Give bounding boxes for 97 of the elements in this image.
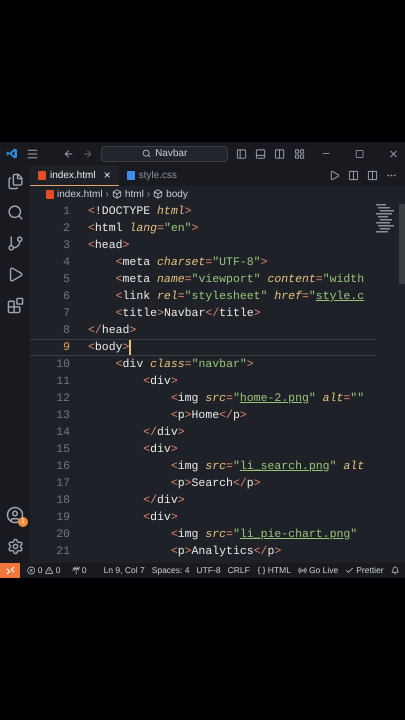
menu-icon[interactable] xyxy=(26,146,39,160)
status-item[interactable]: CRLF xyxy=(228,564,250,577)
line-number: 18 xyxy=(55,493,71,509)
line-number: 9 xyxy=(62,340,71,356)
line-number: 11 xyxy=(55,374,71,390)
line-number: 7 xyxy=(62,306,71,322)
line-number: 15 xyxy=(55,442,71,458)
line-number: 21 xyxy=(55,544,71,560)
line-number: 5 xyxy=(62,272,71,288)
status-item[interactable]: Go Live xyxy=(298,564,338,577)
code-line: </div> xyxy=(142,493,185,509)
source-control-icon[interactable] xyxy=(6,235,24,252)
breadcrumb-item[interactable]: body xyxy=(166,186,188,202)
app-logo-icon xyxy=(6,147,18,160)
remote-button[interactable] xyxy=(0,563,20,578)
broadcast-icon xyxy=(298,566,307,575)
code-line: <link rel="stylesheet" href="style.c xyxy=(114,289,364,305)
command-search-field[interactable]: Navbar xyxy=(101,146,228,162)
line-number: 8 xyxy=(62,323,71,339)
notifications-icon[interactable] xyxy=(390,566,399,575)
line-number: 16 xyxy=(55,459,71,475)
code-line: <p>Analytics</p> xyxy=(170,544,282,560)
minimap-drawing xyxy=(376,204,394,234)
check-icon xyxy=(345,566,354,575)
panel-toggle-icon[interactable] xyxy=(255,148,266,160)
warning-count[interactable]: 0 xyxy=(56,564,60,577)
status-item[interactable]: Ln 9, Col 7 xyxy=(104,564,145,577)
line-number: 2 xyxy=(62,221,71,237)
code-line: <head> xyxy=(87,238,130,254)
code-line: </head> xyxy=(87,323,136,339)
run-icon[interactable] xyxy=(329,170,340,181)
ports-count[interactable]: 0 xyxy=(82,564,87,577)
remote-icon xyxy=(6,566,15,575)
line-number: 1 xyxy=(62,204,71,220)
breadcrumb-item[interactable]: html xyxy=(124,186,144,202)
line-number: 14 xyxy=(55,425,71,441)
error-count[interactable]: 0 xyxy=(38,564,42,577)
text-cursor xyxy=(129,340,132,355)
split-editor-icon[interactable] xyxy=(367,170,378,181)
close-icon[interactable] xyxy=(388,148,400,160)
sidebar-toggle-icon[interactable] xyxy=(236,148,248,160)
accounts-icon[interactable] xyxy=(6,506,24,524)
html-file-icon xyxy=(46,190,54,198)
breadcrumb-separator: › xyxy=(146,188,150,202)
line-number: 20 xyxy=(55,527,71,543)
css-file-icon xyxy=(126,171,135,180)
search-icon xyxy=(142,149,152,158)
warning-icon xyxy=(45,566,54,575)
code-line: <div> xyxy=(142,374,178,390)
element-icon xyxy=(112,189,122,199)
code-line: <div class="navbar"> xyxy=(114,357,254,373)
code-line: <img src="li_pie-chart.png" xyxy=(170,527,358,543)
code-line: <html lang="en"> xyxy=(87,221,198,237)
line-number: 4 xyxy=(62,255,71,271)
status-item[interactable]: Prettier xyxy=(345,564,384,577)
code-line: <p>Home</p> xyxy=(170,408,247,424)
line-number: 19 xyxy=(55,510,71,526)
explorer-icon[interactable] xyxy=(6,173,24,190)
code-line: <body> xyxy=(87,340,130,356)
ports-icon xyxy=(72,566,80,575)
status-item[interactable]: Spaces: 4 xyxy=(152,564,190,577)
code-line: <div> xyxy=(142,442,178,458)
code-line: <title>Navbar</title> xyxy=(114,306,261,322)
code-line: <meta name="viewport" content="width xyxy=(114,272,364,288)
line-number: 6 xyxy=(62,289,71,305)
code-line: <img src="li_search.png" alt xyxy=(170,459,364,475)
layout-icon[interactable] xyxy=(294,148,305,160)
editor-tab[interactable]: index.html × xyxy=(30,165,119,186)
forward-icon[interactable] xyxy=(82,148,94,160)
breadcrumb-item[interactable]: index.html xyxy=(57,186,103,202)
line-number: 10 xyxy=(55,357,71,373)
element-icon xyxy=(153,189,164,199)
line-number: 3 xyxy=(62,238,71,254)
settings-icon[interactable] xyxy=(6,538,24,555)
line-number: 12 xyxy=(55,391,71,407)
breadcrumb-separator: › xyxy=(106,188,109,202)
status-item[interactable]: UTF-8 xyxy=(196,564,221,577)
line-number: 17 xyxy=(55,476,71,492)
braces-icon xyxy=(256,566,266,575)
line-number: 13 xyxy=(55,408,71,424)
code-line: <img src="home-2.png" alt="" xyxy=(170,391,364,407)
maximize-icon[interactable] xyxy=(354,148,364,158)
search-icon[interactable] xyxy=(6,204,24,221)
back-icon[interactable] xyxy=(62,148,74,160)
scrollbar-thumb[interactable] xyxy=(399,204,405,284)
status-item[interactable]: HTML xyxy=(256,564,291,577)
code-line: <!DOCTYPE html> xyxy=(87,204,192,220)
error-icon xyxy=(27,566,36,575)
code-line: <div> xyxy=(142,510,178,526)
html-file-icon xyxy=(38,170,46,180)
code-line: <p>Search</p> xyxy=(170,476,261,492)
editor-tab[interactable]: style.css xyxy=(118,165,185,186)
code-line: <meta charset="UTF-8"> xyxy=(114,255,268,271)
secondary-sidebar-icon[interactable] xyxy=(274,148,286,160)
code-line: </div> xyxy=(142,425,185,441)
extensions-icon[interactable] xyxy=(6,297,24,314)
tab-close-button[interactable]: × xyxy=(104,166,111,184)
